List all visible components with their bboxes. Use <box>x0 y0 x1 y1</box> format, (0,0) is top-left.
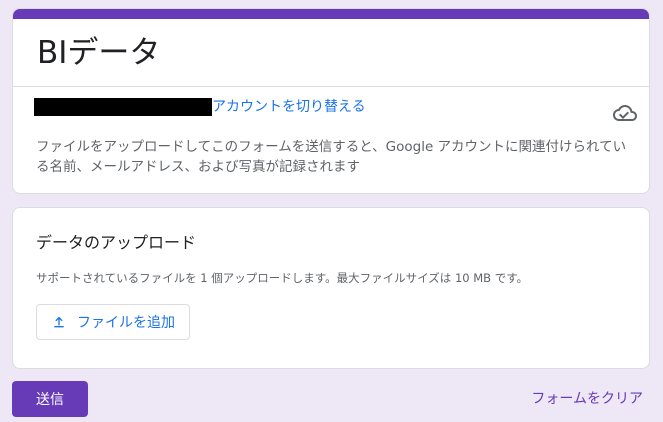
switch-account-link[interactable]: アカウントを切り替える <box>212 98 366 116</box>
account-row: アカウントを切り替える <box>34 98 366 116</box>
submit-button[interactable]: 送信 <box>12 381 88 417</box>
cloud-check-icon <box>613 105 637 121</box>
form-title: BIデータ <box>37 35 161 71</box>
add-file-button[interactable]: ファイルを追加 <box>36 304 190 340</box>
redacted-email <box>34 98 212 116</box>
form-accent-bar <box>13 9 649 19</box>
upload-icon <box>54 316 64 328</box>
account-notice-text: ファイルをアップロードしてこのフォームを送信すると、Google アカウントに関… <box>36 139 627 175</box>
form-header-card: BIデータ アカウントを切り替える ファイルをアップロードしてこのフォームを送信… <box>12 8 650 194</box>
question-description: サポートされているファイルを 1 個アップロードします。最大ファイルサイズは 1… <box>36 271 529 285</box>
add-file-label: ファイルを追加 <box>77 315 175 331</box>
clear-form-link[interactable]: フォームをクリア <box>531 390 643 408</box>
header-divider <box>13 86 649 87</box>
upload-question-card: データのアップロード サポートされているファイルを 1 個アップロードします。最… <box>12 207 650 369</box>
question-title: データのアップロード <box>36 233 197 252</box>
